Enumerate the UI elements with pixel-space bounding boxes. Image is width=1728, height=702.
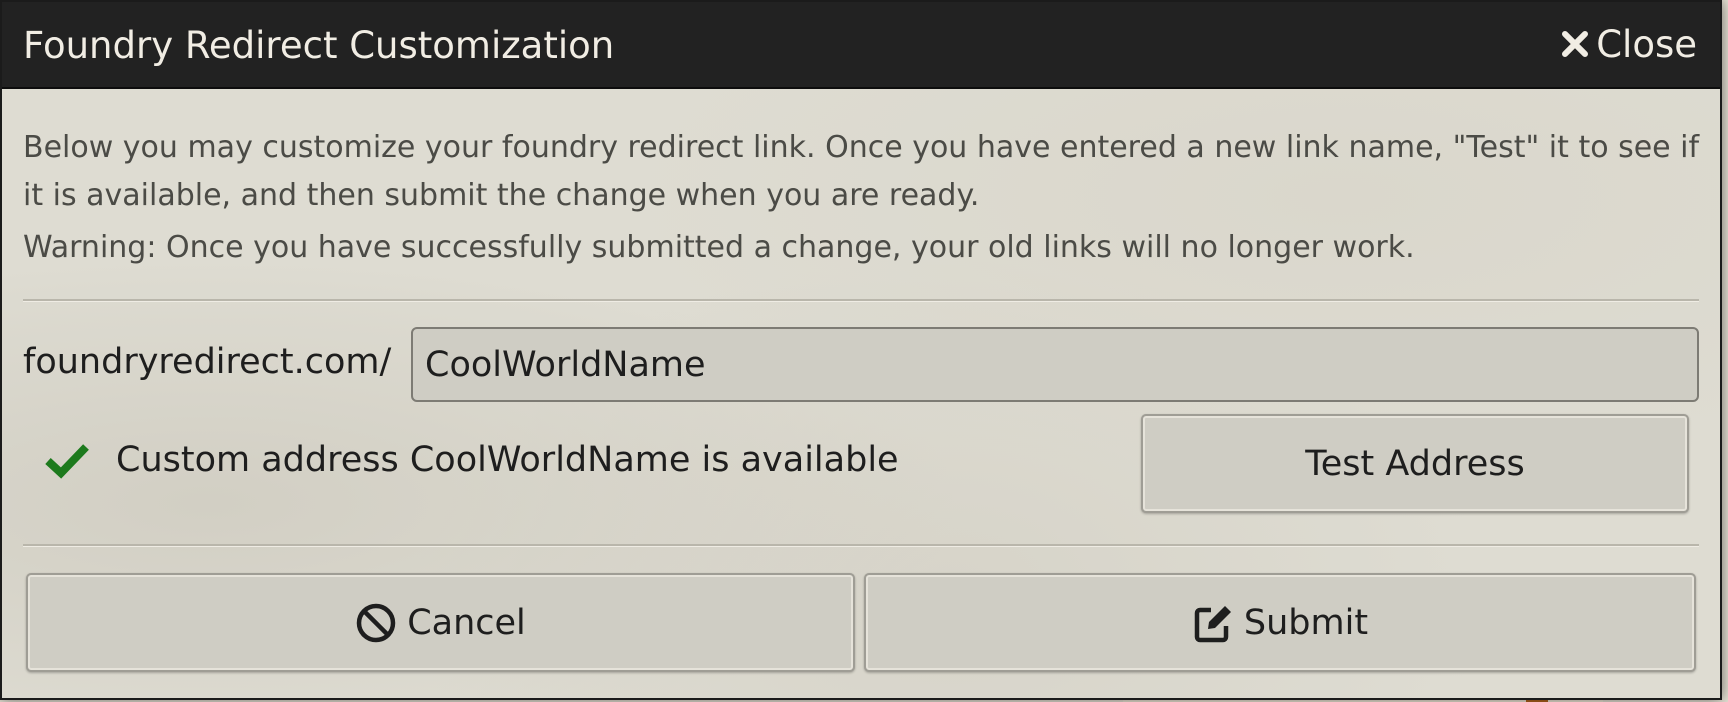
test-address-button[interactable]: Test Address	[1141, 414, 1689, 513]
availability-status-text: Custom address CoolWorldName is availabl…	[116, 440, 899, 480]
test-address-label: Test Address	[1305, 443, 1525, 484]
availability-status: Custom address CoolWorldName is availabl…	[44, 440, 899, 480]
close-icon	[1560, 29, 1590, 59]
checkmark-icon	[44, 440, 90, 480]
submit-label: Submit	[1243, 602, 1369, 643]
close-button[interactable]: Close	[1560, 22, 1697, 66]
cancel-label: Cancel	[407, 602, 526, 643]
address-prefix: foundryredirect.com/	[23, 342, 392, 382]
divider	[23, 299, 1699, 302]
redirect-customization-dialog: Foundry Redirect Customization Close Bel…	[0, 0, 1722, 700]
custom-address-input[interactable]	[411, 327, 1699, 402]
dialog-title: Foundry Redirect Customization	[23, 24, 615, 67]
ban-icon	[355, 602, 397, 644]
intro-text: Below you may customize your foundry red…	[23, 130, 1700, 213]
close-label: Close	[1596, 22, 1697, 66]
divider	[23, 544, 1699, 547]
warning-text: Warning: Once you have successfully subm…	[23, 230, 1415, 265]
cancel-button[interactable]: Cancel	[26, 573, 855, 672]
edit-icon	[1192, 602, 1234, 644]
submit-button[interactable]: Submit	[864, 573, 1696, 672]
dialog-titlebar[interactable]: Foundry Redirect Customization Close	[2, 2, 1720, 89]
